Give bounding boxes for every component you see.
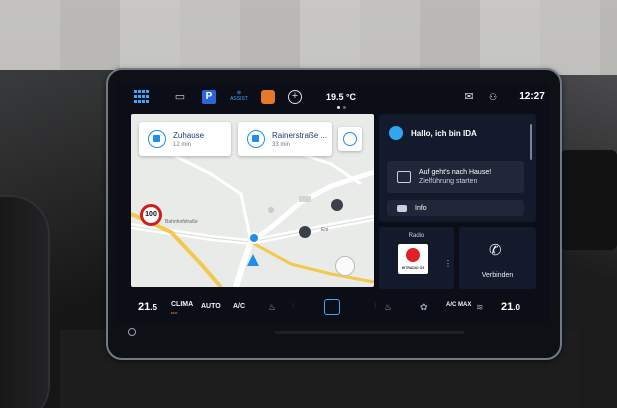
search-map-button[interactable]: [335, 256, 355, 276]
office-icon: [247, 130, 265, 148]
car-interior-photo: ▭ P ⊕ ASSIST + 19.5 °C ✉ ⚇ 12:27 Zuhause…: [0, 0, 617, 408]
assist-label: ASSIST: [230, 96, 248, 102]
network-icon[interactable]: ⚇: [482, 90, 504, 104]
destination-name: Zuhause: [173, 130, 205, 140]
assistant-suggestion-card[interactable]: Auf geht's nach Hause! Zielführung start…: [387, 161, 524, 193]
fuel-station-icon[interactable]: [331, 199, 343, 211]
fan-icon[interactable]: ✿: [420, 292, 428, 322]
radio-station-logo: HITRADIO Ö3: [398, 244, 428, 274]
plus-icon[interactable]: +: [288, 90, 302, 104]
poi-label: Eni: [321, 227, 329, 233]
destination-eta: 12 min: [173, 141, 192, 148]
seat-heating-icon[interactable]: ♨: [268, 292, 276, 322]
status-dot-icon: ⁝: [292, 303, 295, 310]
speed-limit-sign: 100: [140, 204, 162, 226]
temperature-slider[interactable]: [274, 331, 464, 334]
suggestion-title: Auf geht's nach Hause!: [419, 169, 492, 176]
street-label: Bahnhofstraße: [165, 219, 198, 225]
climate-bar: 21.5 CLIMA ECO AUTO A/C ♨ ⁝ ⁝ ♨ ✿ A/C MA…: [116, 292, 550, 322]
phone-tile[interactable]: ✆ Verbinden: [459, 227, 536, 289]
assistant-title: Hallo, ich bin IDA: [411, 128, 477, 138]
destination-eta: 33 min: [272, 141, 291, 148]
home-icon: [148, 130, 166, 148]
destination-home-card[interactable]: Zuhause 12 min: [139, 122, 231, 156]
status-bar: ▭ P ⊕ ASSIST + 19.5 °C ✉ ⚇ 12:27: [116, 82, 550, 112]
charging-icon: [343, 132, 357, 146]
suggestion-subtitle: Zielführung starten: [419, 178, 478, 185]
assistant-icon: [389, 126, 403, 140]
background-wall: [0, 0, 617, 78]
clock: 12:27: [519, 91, 545, 102]
assistant-info-item[interactable]: Info: [387, 200, 524, 216]
right-temp-main: 21: [501, 301, 514, 313]
fuel-station-icon[interactable]: [299, 226, 311, 238]
destination-name: Rainerstraße ...: [272, 130, 328, 140]
phone-icon: ✆: [489, 242, 502, 259]
clima-button[interactable]: CLIMA ECO: [171, 301, 193, 322]
right-temp-decimal: .0: [513, 303, 520, 312]
current-position-icon: [248, 232, 260, 244]
steering-wheel: [0, 195, 50, 408]
info-label: Info: [415, 204, 427, 212]
car-icon: [397, 204, 407, 212]
power-icon[interactable]: [128, 328, 136, 336]
left-temp-decimal: .5: [150, 303, 157, 312]
left-temperature[interactable]: 21.5: [138, 292, 157, 322]
phone-label: Verbinden: [481, 272, 514, 279]
defrost-icon[interactable]: ≋: [476, 292, 484, 322]
message-icon[interactable]: ✉: [462, 90, 476, 104]
destination-rainerstrasse-card[interactable]: Rainerstraße ... 33 min: [238, 122, 332, 156]
ac-max-button[interactable]: A/C MAX: [446, 301, 471, 322]
car-icon[interactable]: ▭: [172, 90, 188, 104]
auto-button[interactable]: AUTO: [201, 292, 221, 322]
scrollbar[interactable]: [530, 124, 532, 160]
radio-station-name: HITRADIO Ö3: [401, 266, 425, 270]
parking-button[interactable]: P: [202, 90, 216, 104]
ac-button[interactable]: A/C: [233, 292, 245, 322]
assist-button[interactable]: ⊕ ASSIST: [230, 90, 248, 104]
drive-mode-icon[interactable]: [261, 90, 275, 104]
navigation-icon: [397, 171, 411, 183]
clima-eco-label: ECO: [171, 311, 178, 315]
infotainment-screen: ▭ P ⊕ ASSIST + 19.5 °C ✉ ⚇ 12:27 Zuhause…: [116, 82, 550, 322]
clima-label: CLIMA: [171, 301, 194, 308]
voice-assistant-panel: Hallo, ich bin IDA Auf geht's nach Hause…: [379, 114, 536, 222]
seat-ventilation-icon[interactable]: ♨: [384, 292, 392, 322]
page-indicator: [337, 106, 347, 109]
right-temperature[interactable]: 21.0: [501, 292, 520, 322]
apps-grid-icon[interactable]: [134, 90, 152, 104]
charging-station-button[interactable]: [338, 127, 362, 151]
status-dot-icon: ⁝: [374, 303, 377, 310]
home-button[interactable]: [324, 299, 340, 315]
left-temp-main: 21: [138, 301, 151, 313]
navigation-arrow-icon: [247, 254, 259, 266]
navigation-map[interactable]: Zuhause 12 min Rainerstraße ... 33 min 1…: [131, 114, 374, 287]
more-options-icon[interactable]: ⋮: [444, 259, 452, 268]
outside-temperature: 19.5 °C: [325, 92, 357, 102]
radio-label: Radio: [408, 233, 425, 239]
air-vent: [560, 150, 617, 250]
touch-slider-bar: [116, 322, 550, 344]
radio-tile[interactable]: Radio HITRADIO Ö3 ⋮: [379, 227, 454, 289]
